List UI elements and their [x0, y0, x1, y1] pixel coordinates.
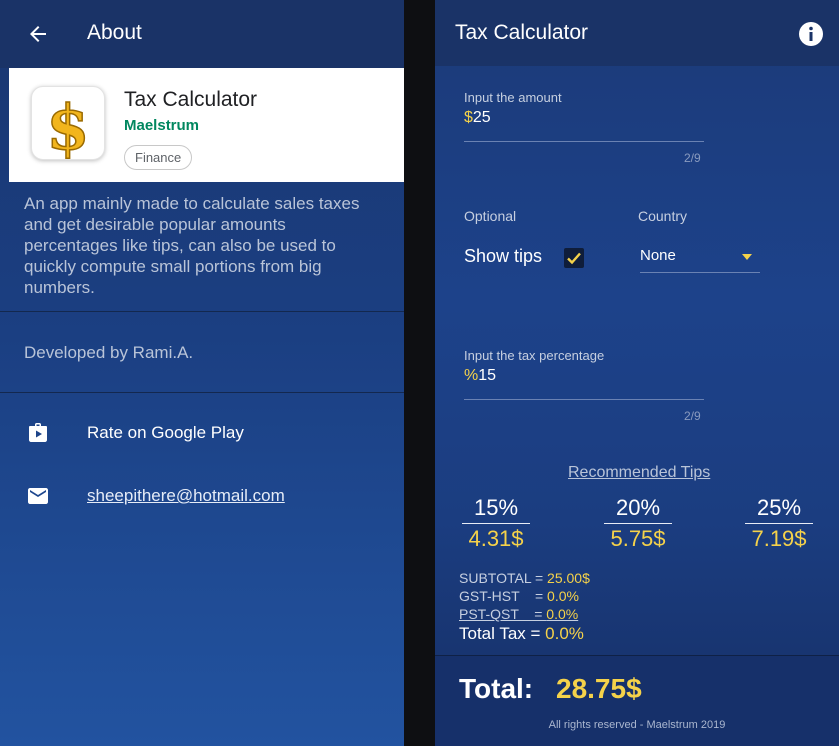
- app-info-card: $ Tax Calculator Maelstrum Finance: [9, 68, 404, 182]
- gst-label: GST-HST =: [459, 588, 548, 604]
- tip-percent: 20%: [615, 495, 661, 520]
- subtotal-label: SUBTOTAL =: [459, 570, 548, 586]
- dropdown-arrow-icon: [742, 254, 752, 260]
- developed-by: Developed by Rami.A.: [24, 343, 194, 362]
- page-title: Tax Calculator: [455, 21, 589, 44]
- pst-value: 0.0%: [546, 606, 579, 622]
- tip-15: 15% 4.31$: [456, 495, 536, 552]
- total-value: 28.75$: [556, 673, 642, 704]
- amount-value: 25: [472, 109, 491, 126]
- total-tax-value: 0.0%: [545, 624, 584, 643]
- subtotal-value: 25.00$: [547, 570, 590, 586]
- divider: [0, 311, 404, 312]
- tax-underline: [464, 399, 704, 400]
- country-underline: [640, 272, 760, 273]
- app-name: Tax Calculator: [124, 88, 258, 111]
- back-arrow-icon[interactable]: [26, 22, 50, 46]
- amount-counter: 2/9: [684, 151, 701, 165]
- email-link[interactable]: sheepithere@hotmail.com: [87, 486, 285, 506]
- copyright-text: All rights reserved - Maelstrum 2019: [548, 719, 726, 731]
- amount-input[interactable]: $25: [464, 109, 491, 127]
- tax-value: 15: [478, 367, 497, 384]
- mail-icon: [28, 488, 48, 504]
- show-tips-label: Show tips: [464, 246, 543, 266]
- currency-prefix: $: [464, 109, 473, 126]
- tip-percent: 25%: [756, 495, 802, 520]
- tip-amount: 4.31$: [468, 526, 524, 551]
- app-icon: $: [31, 86, 105, 165]
- calculator-app-bar: Tax Calculator: [435, 0, 839, 66]
- pst-label: PST-QST =: [459, 606, 547, 622]
- tax-counter: 2/9: [684, 409, 701, 423]
- optional-label: Optional: [464, 208, 517, 224]
- gst-value: 0.0%: [547, 588, 579, 604]
- tip-20: 20% 5.75$: [598, 495, 678, 552]
- calculator-screen: Tax Calculator Input the amount $25 2/9 …: [435, 0, 839, 746]
- tax-label: Input the tax percentage: [464, 348, 605, 363]
- percent-prefix: %: [464, 367, 479, 384]
- subtotal-row: SUBTOTAL = 25.00$: [459, 570, 590, 586]
- tip-amount: 7.19$: [751, 526, 807, 551]
- shop-bag-icon: [29, 423, 47, 442]
- country-label: Country: [638, 208, 688, 224]
- gst-row: GST-HST = 0.0%: [459, 588, 579, 604]
- amount-label: Input the amount: [464, 90, 562, 105]
- rate-label: Rate on Google Play: [87, 423, 244, 442]
- tax-input[interactable]: %15: [464, 367, 496, 385]
- page-title: About: [87, 21, 142, 44]
- about-screen: About $ Tax Calculator Maelstrum Finance…: [0, 0, 404, 746]
- info-icon[interactable]: [798, 21, 824, 47]
- total-tax-row: Total Tax = 0.0%: [459, 624, 584, 644]
- recommended-tips-heading: Recommended Tips: [568, 464, 711, 481]
- total-tax-label: Total Tax =: [459, 624, 546, 643]
- app-description: An app mainly made to calculate sales ta…: [24, 194, 360, 297]
- tip-25: 25% 7.19$: [739, 495, 819, 552]
- svg-text:$: $: [46, 91, 89, 159]
- developer-name[interactable]: Maelstrum: [124, 117, 199, 134]
- about-app-bar: About: [0, 0, 404, 68]
- divider: [0, 392, 404, 393]
- checkmark-icon: [567, 252, 581, 265]
- total-label: Total:: [459, 673, 534, 704]
- dollar-sign-icon: $: [46, 90, 91, 165]
- pst-row: PST-QST = 0.0%: [459, 606, 578, 622]
- tip-percent: 15%: [473, 495, 519, 520]
- category-chip[interactable]: Finance: [124, 145, 193, 170]
- tip-amount: 5.75$: [610, 526, 666, 551]
- show-tips-checkbox[interactable]: [564, 248, 584, 268]
- country-value: None: [640, 247, 676, 264]
- amount-underline: [464, 141, 704, 142]
